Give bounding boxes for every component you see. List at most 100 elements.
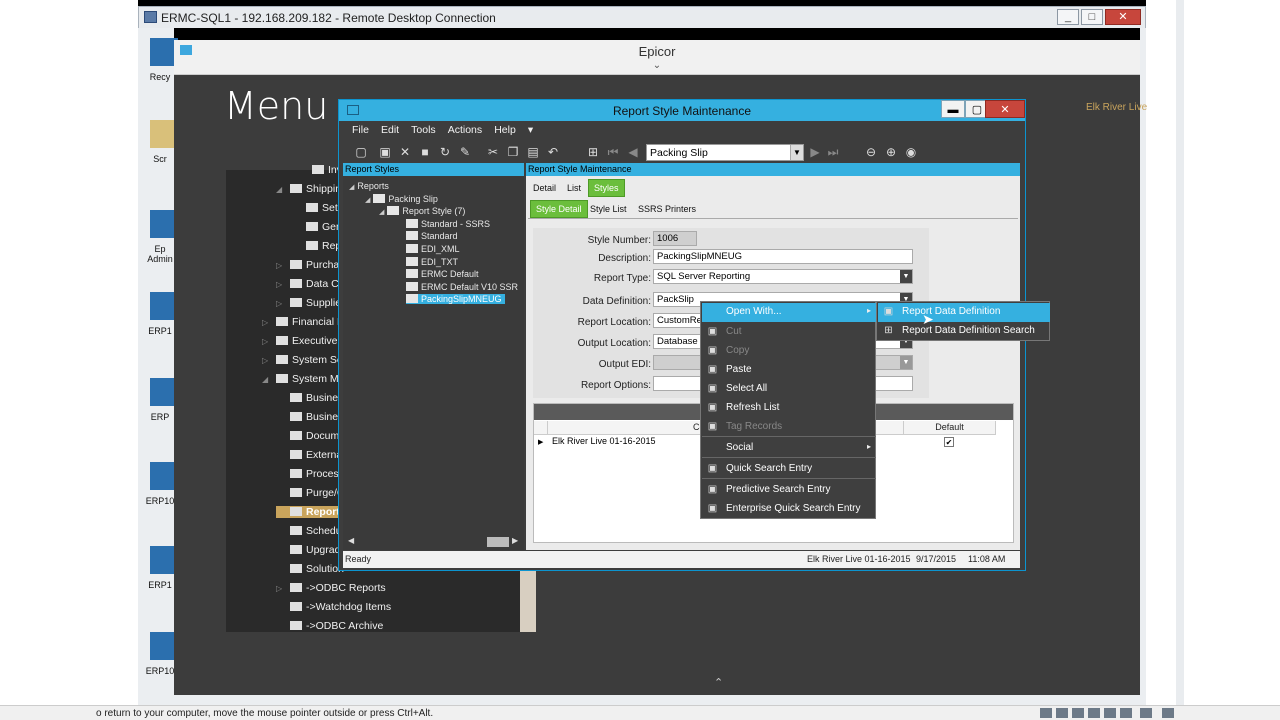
menu-tree-scrollbar[interactable] [520,570,536,632]
context-item[interactable]: ▣ Cut [702,323,876,342]
tray-icon[interactable] [1040,708,1052,718]
menu-tree-item[interactable]: Solution [276,563,344,575]
new-icon[interactable]: ▢ [354,145,368,159]
chevron-down-icon[interactable]: ▼ [900,356,912,369]
report-style-node[interactable]: EDI_TXT [406,256,458,267]
context-item[interactable]: ▣ Select All [702,380,876,399]
menu-tree-item[interactable]: ▷ Purcha [276,259,339,271]
menu-edit[interactable]: Edit [381,124,399,136]
tree-expander-icon[interactable]: ◢ [365,197,370,204]
tree-expander-icon[interactable]: ▷ [276,261,290,270]
cut-icon[interactable]: ✂ [486,145,500,159]
undo-icon[interactable]: ↶ [546,145,560,159]
report-style-node[interactable]: ◢ Packing Slip [365,193,438,204]
menu-tree-item[interactable]: Gen [292,221,342,233]
menu-tree-item[interactable]: Report [276,506,344,518]
tab-list[interactable]: List [562,180,586,196]
menu-tree-item[interactable]: Setu [292,202,344,214]
prev-record-icon[interactable]: ◀ [626,145,640,159]
report-style-node[interactable]: Standard - SSRS [406,218,490,229]
save-icon[interactable]: ▣ [378,145,392,159]
tree-expander-icon[interactable]: ◢ [276,185,290,194]
tray-icon[interactable] [1072,708,1084,718]
chevron-down-icon[interactable]: ▼ [900,270,912,283]
chevron-down-icon[interactable]: ▼ [790,145,803,160]
menu-tree-item[interactable]: ▷ Financial M [262,316,346,328]
paste-icon[interactable]: ▤ [526,145,540,159]
tray-icon[interactable] [1120,708,1132,718]
tree-expander-icon[interactable]: ◢ [349,184,354,191]
report-type-select[interactable]: SQL Server Reporting ▼ [653,269,913,284]
tab-style-detail[interactable]: Style Detail [530,200,588,218]
menu-tree-item[interactable]: ◢ Shippin [276,183,341,195]
tray-icon[interactable] [1056,708,1068,718]
back-icon[interactable]: ⊖ [864,145,878,159]
next-record-icon[interactable]: ▶ [808,145,822,159]
clear-icon[interactable]: ■ [418,145,432,159]
first-record-icon[interactable]: ⏮ [606,145,620,159]
tab-style-list[interactable]: Style List [585,201,632,217]
tree-expander-icon[interactable]: ▷ [262,337,276,346]
copy-icon[interactable]: ❐ [506,145,520,159]
menu-tree-item[interactable]: Upgrad [276,544,340,556]
context-item[interactable]: ▣ Paste [702,361,876,380]
menu-tree-item[interactable]: ▷ Supplie [276,297,341,309]
submenu-item[interactable]: ▣ Report Data Definition [878,303,1050,322]
context-item[interactable]: Social ▸ [702,439,876,458]
brush-icon[interactable]: ✎ [458,145,472,159]
context-item[interactable]: ▣ Predictive Search Entry [702,481,876,500]
tree-expander-icon[interactable]: ◢ [262,375,276,384]
tab-styles[interactable]: Styles [588,179,625,197]
menu-tree-item[interactable]: ->Watchdog Items [276,601,391,613]
record-navigator-combo[interactable]: Packing Slip ▼ [646,144,804,161]
last-record-icon[interactable]: ⏭ [826,145,840,159]
menu-tree-item[interactable]: Schedul [276,525,344,537]
description-field[interactable]: PackingSlipMNEUG [653,249,913,264]
tree-expander-icon[interactable]: ▷ [276,280,290,289]
menu-tree-item[interactable]: ▷ Executive A [262,335,347,347]
tree-expander-icon[interactable]: ▷ [262,318,276,327]
menu-tree-item[interactable]: Process [276,468,344,480]
tree-expander-icon[interactable]: ▷ [276,299,290,308]
host-scrollbar[interactable] [1176,0,1184,705]
left-pane-scrollbar[interactable]: ◀ ▶ [344,535,524,549]
menu-actions[interactable]: Actions [448,124,482,136]
report-style-node[interactable]: EDI_XML [406,244,460,254]
menu-tree-item[interactable]: ▷ Data Co [276,278,345,290]
menu-tree-item[interactable]: ▷ ->ODBC Reports [276,582,386,594]
grid-header-default[interactable]: Default [904,421,996,435]
report-style-node[interactable]: PackingSlipMNEUG [406,294,505,305]
tray-icon[interactable] [1104,708,1116,718]
grid-cell-company[interactable]: Elk River Live 01-16-2015 [552,436,656,449]
help-dropdown-icon[interactable]: ▾ [528,124,533,136]
rdc-minimize-button[interactable]: _ [1057,9,1079,25]
tree-expander-icon[interactable]: ▷ [276,584,290,593]
context-item[interactable]: ▣ Quick Search Entry [702,460,876,479]
report-style-node[interactable]: ERMC Default [406,269,479,279]
context-item[interactable]: ▣ Refresh List [702,399,876,418]
context-item[interactable]: ▣ Enterprise Quick Search Entry [702,500,876,519]
refresh-icon[interactable]: ↻ [438,145,452,159]
binoculars-icon[interactable]: ⊞ [586,145,600,159]
context-item[interactable]: ▣ Tag Records [702,418,876,437]
tab-detail[interactable]: Detail [528,180,561,196]
rdc-close-button[interactable]: ✕ [1105,9,1141,25]
chevron-up-icon[interactable]: ⌃ [714,676,723,689]
dialog-minimize-button[interactable]: ▬ [941,100,965,118]
rdc-maximize-button[interactable]: □ [1081,9,1103,25]
dialog-close-button[interactable]: ✕ [985,100,1025,118]
forward-icon[interactable]: ⊕ [884,145,898,159]
submenu-item[interactable]: ⊞ Report Data Definition Search [878,322,1050,341]
menu-tree-item[interactable]: External [276,449,345,461]
home-icon[interactable]: ◉ [904,145,918,159]
tree-expander-icon[interactable]: ◢ [379,209,384,216]
chevron-down-icon[interactable]: ⌄ [174,60,1140,71]
tray-icon[interactable] [1140,708,1152,718]
report-style-node[interactable]: ERMC Default V10 SSR [406,281,518,292]
tree-expander-icon[interactable]: ▷ [262,356,276,365]
context-item[interactable]: ▣ Copy [702,342,876,361]
tray-icon[interactable] [1162,708,1174,718]
tab-ssrs-printers[interactable]: SSRS Printers [633,201,701,217]
menu-tree-item[interactable]: Docume [276,430,345,442]
report-style-node[interactable]: ◢ Reports [349,181,389,191]
